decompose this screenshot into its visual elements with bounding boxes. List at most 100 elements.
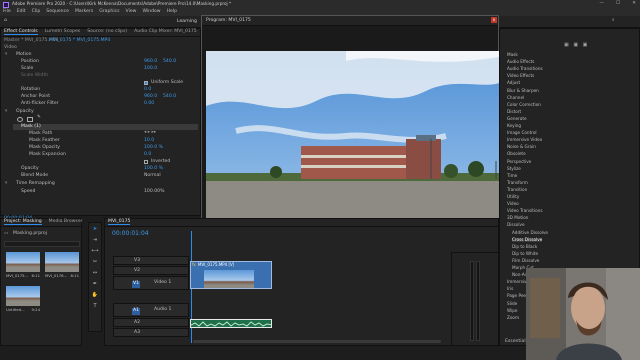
effects-tree-item[interactable]: Video Effects	[507, 74, 534, 78]
tab-source[interactable]: Source: (no clips)	[87, 30, 127, 35]
effects-tree-item[interactable]: 3D Motion	[507, 216, 528, 220]
program-monitor-title[interactable]: Program: MVI_0175	[206, 18, 251, 24]
effects-tree-item[interactable]: Transform	[507, 180, 528, 185]
effects-tree-item[interactable]: Video	[507, 201, 519, 206]
rotation-value[interactable]: 0.0	[144, 87, 151, 93]
uniform-scale-checkbox[interactable]	[144, 81, 148, 85]
tab-timeline-sequence[interactable]: MVI_0175	[108, 219, 131, 226]
effects-tree-item[interactable]: Dissolve	[507, 223, 525, 227]
home-icon[interactable]: ⌂	[4, 18, 7, 24]
blend-mode-select[interactable]: Normal	[144, 173, 161, 179]
effects-tree-item[interactable]: Generate	[507, 116, 527, 121]
workspace-learning[interactable]: Learning	[177, 19, 197, 25]
speed-value[interactable]: 100.00%	[144, 189, 164, 195]
track-v3[interactable]: V3	[113, 256, 189, 265]
mask-opacity-value[interactable]: 100.0 %	[144, 145, 163, 151]
anchor-x[interactable]: 960.0	[144, 94, 157, 100]
32bit-effects-icon[interactable]: ▣	[573, 42, 578, 48]
track-select-icon[interactable]: ⇥	[93, 238, 97, 243]
effects-tree-item[interactable]: Transition	[507, 187, 527, 192]
scale-value[interactable]: 100.0	[144, 66, 157, 72]
menu-file[interactable]: File	[3, 10, 11, 15]
maximize-icon[interactable]: ☐	[616, 2, 620, 7]
track-v2[interactable]: V2	[113, 266, 189, 275]
effects-tree-item[interactable]: Slide	[507, 301, 517, 306]
timeline-timecode[interactable]: 00:00:01:04	[112, 231, 149, 237]
project-item[interactable]: Untitled... 9:24	[6, 286, 40, 314]
menu-markers[interactable]: Markers	[75, 10, 93, 15]
effects-tree-item[interactable]: Iris	[507, 287, 513, 291]
opacity-value[interactable]: 100.0 %	[144, 166, 163, 172]
menu-edit[interactable]: Edit	[17, 10, 26, 15]
position-y[interactable]: 540.0	[163, 59, 176, 65]
menu-view[interactable]: View	[126, 10, 137, 15]
ellipse-mask-icon[interactable]	[17, 117, 23, 122]
effects-tree-item[interactable]: Color Correction	[507, 102, 541, 107]
type-tool-icon[interactable]: T	[93, 304, 96, 309]
program-video-frame[interactable]	[206, 51, 504, 219]
minimize-icon[interactable]: —	[599, 2, 604, 7]
menu-help[interactable]: Help	[167, 10, 177, 15]
motion-chevron-icon[interactable]: ▾	[5, 52, 7, 58]
effects-tree-item[interactable]: Page Peel	[507, 294, 527, 298]
mask-label[interactable]: Mask (1)	[21, 124, 41, 130]
selection-tool-icon[interactable]: ➤	[93, 227, 97, 232]
slip-tool-icon[interactable]: ↔	[93, 271, 97, 276]
effects-tree-item[interactable]: Time	[507, 173, 517, 178]
pen-mask-icon[interactable]: ✎	[37, 115, 41, 121]
track-a1[interactable]: A1 Audio 1	[113, 303, 189, 317]
effects-tree-item[interactable]: Dip to Black	[512, 244, 537, 249]
effects-tree-item[interactable]: Keying	[507, 123, 521, 128]
mask-track-icons[interactable]: ◂ ▸ ▸▸	[144, 130, 156, 136]
effects-tree-item[interactable]: Film Dissolve	[512, 258, 539, 263]
project-item[interactable]: MVI_0176... 6:11	[45, 252, 79, 280]
video-clip[interactable]: fx MVI_0175.MP4 [V]	[190, 261, 272, 289]
opacity-chevron-icon[interactable]: ▾	[5, 109, 7, 115]
effects-tree-item[interactable]: Perspective	[507, 159, 531, 164]
mask-expansion-value[interactable]: 0.0	[144, 152, 151, 158]
effects-tree-item[interactable]: Obsolete	[507, 152, 526, 156]
effects-tree-item[interactable]: Audio Transitions	[507, 66, 543, 71]
effects-tree-item[interactable]: Zoom	[507, 315, 519, 320]
mask-feather-value[interactable]: 10.0	[144, 138, 154, 144]
yuv-effects-icon[interactable]: ▣	[583, 42, 588, 48]
program-close-button[interactable]: x	[491, 17, 497, 23]
effects-tree-item[interactable]: Additive Dissolve	[512, 230, 548, 235]
accelerated-effects-icon[interactable]: ▣	[564, 42, 569, 48]
effects-tree-item[interactable]: Cross Dissolve	[512, 237, 543, 242]
search-icon[interactable]: ⌕	[612, 18, 615, 24]
ripple-edit-icon[interactable]: ⟷	[91, 249, 98, 254]
tab-lumetri-scopes[interactable]: Lumetri Scopes	[45, 30, 81, 35]
tab-audio-clip-mixer[interactable]: Audio Clip Mixer: MVI_0175	[134, 30, 197, 35]
effects-tree-item[interactable]: Audio Effects	[507, 59, 534, 64]
time-remap-chevron-icon[interactable]: ▾	[5, 181, 7, 187]
effects-tree-item[interactable]: Channel	[507, 95, 524, 100]
effects-tree-item[interactable]: Immersive Video	[507, 137, 542, 142]
position-x[interactable]: 960.0	[144, 59, 157, 65]
pen-tool-icon[interactable]: ✒	[93, 282, 97, 287]
effects-tree-item[interactable]: Adjust	[507, 81, 520, 85]
track-a3[interactable]: A3	[113, 328, 189, 337]
effects-tree-item[interactable]: Stylize	[507, 166, 521, 171]
menu-clip[interactable]: Clip	[32, 10, 41, 15]
tab-project-masking[interactable]: Project: Masking	[4, 219, 42, 226]
effects-tree-item[interactable]: Utility	[507, 194, 519, 199]
track-v1[interactable]: V1 Video 1	[113, 276, 189, 290]
effects-tree-item[interactable]: Noise & Grain	[507, 145, 536, 149]
effects-tree-item[interactable]: Wipe	[507, 308, 517, 313]
inverted-checkbox[interactable]	[144, 160, 148, 164]
project-item[interactable]: MVI_0175... 6:11	[6, 252, 40, 280]
razor-tool-icon[interactable]: ✂	[93, 260, 97, 265]
hand-tool-icon[interactable]: ✋	[92, 293, 98, 298]
project-search-field[interactable]	[4, 241, 80, 247]
clip-path-active[interactable]: MVI_0175 * MVI_0175.MP4	[49, 38, 110, 44]
anchor-y[interactable]: 540.0	[163, 94, 176, 100]
menu-window[interactable]: Window	[142, 10, 160, 15]
effects-tree-item[interactable]: Image Control	[507, 130, 537, 135]
track-a2[interactable]: A2	[113, 318, 189, 327]
effects-tree-item[interactable]: Mask	[507, 52, 518, 57]
timeline-scrollbar[interactable]	[193, 340, 441, 343]
effects-tree-item[interactable]: Distort	[507, 109, 521, 114]
menu-sequence[interactable]: Sequence	[46, 10, 69, 15]
close-icon[interactable]: ✕	[632, 2, 636, 7]
